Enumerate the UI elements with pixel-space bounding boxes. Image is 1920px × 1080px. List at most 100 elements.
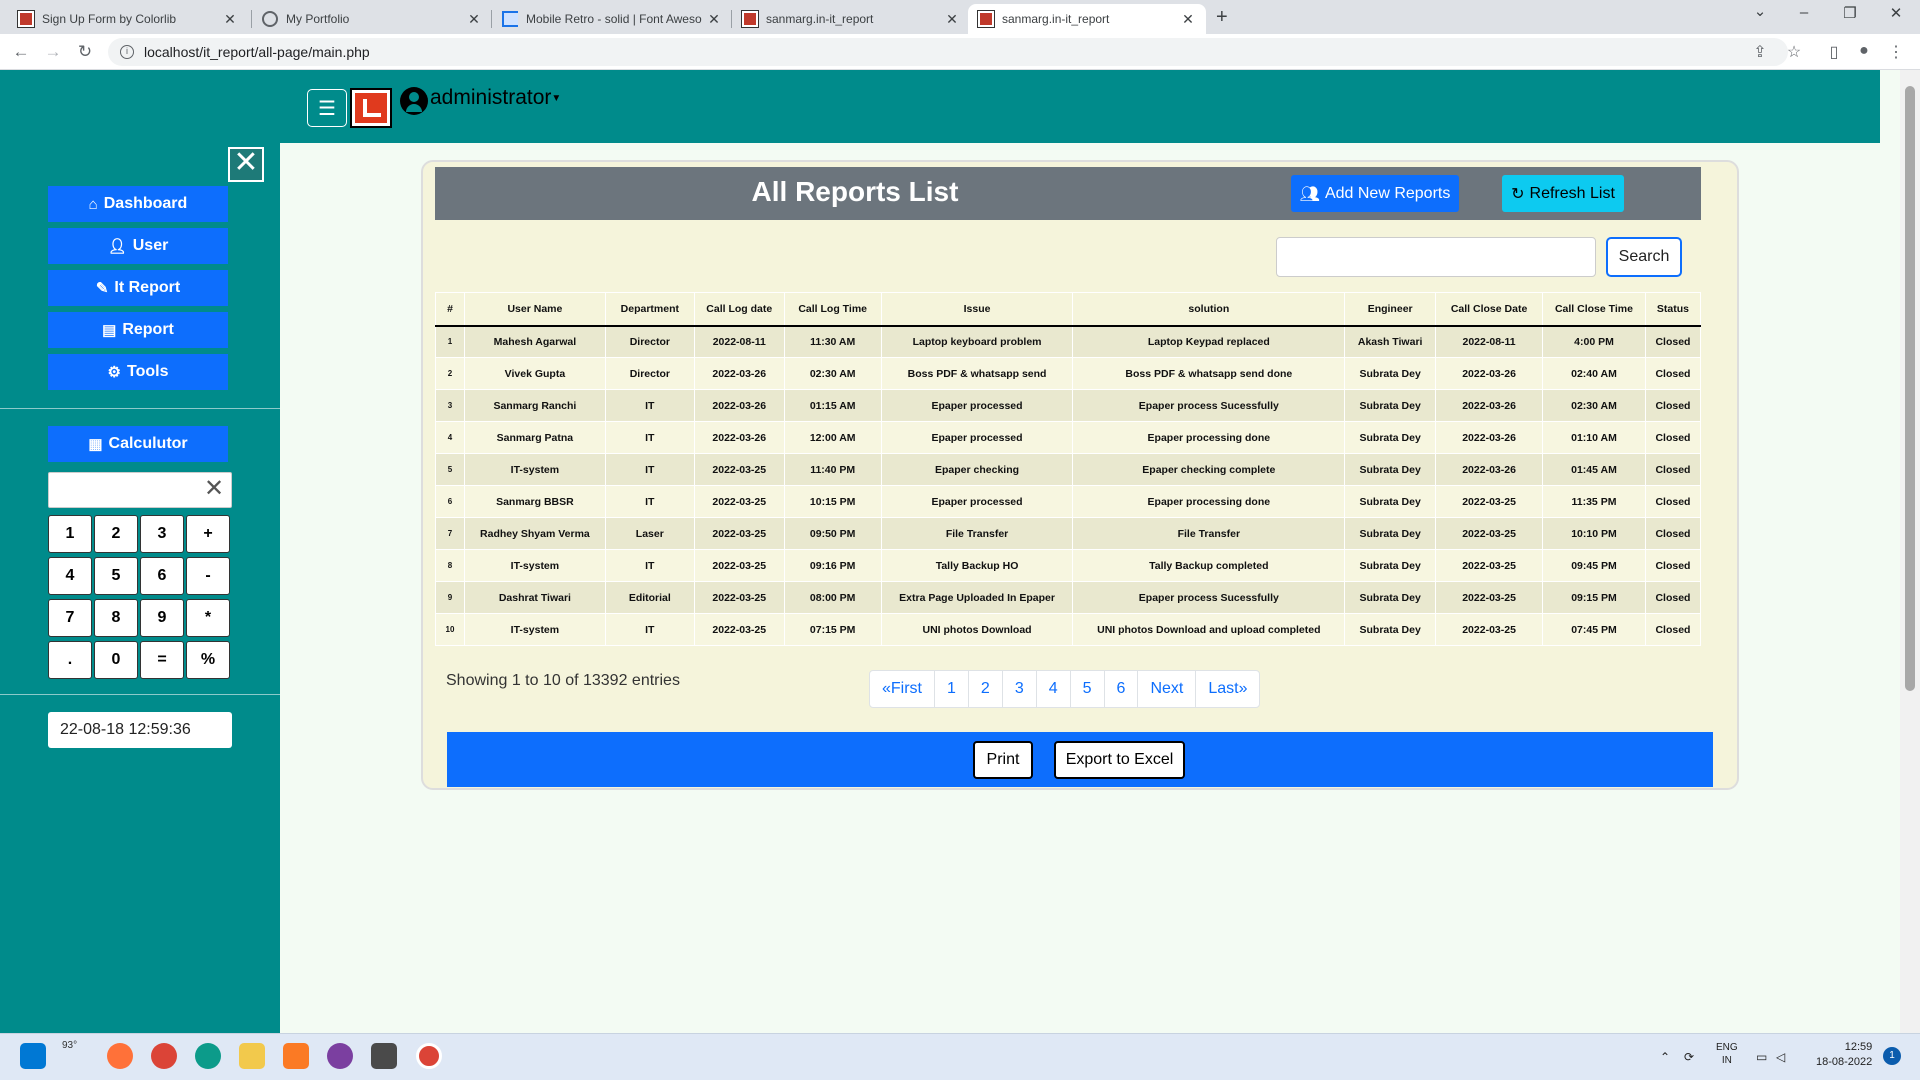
user-dropdown[interactable]: administrator▼ (430, 86, 561, 110)
calculator-key[interactable]: 3 (140, 515, 184, 553)
sidebar-close-button[interactable]: ✕ (228, 147, 264, 182)
chevron-up-icon[interactable]: ⌃ (1660, 1050, 1670, 1064)
windows-start-icon[interactable] (20, 1043, 46, 1069)
browser-menu-icon[interactable]: ⋮ (1884, 42, 1908, 62)
table-cell: Epaper checking (880, 453, 1074, 486)
back-arrow-icon[interactable]: ← (10, 42, 32, 62)
new-tab-button[interactable]: + (1216, 6, 1228, 29)
system-clock[interactable]: 12:59 18-08-2022 (1816, 1040, 1872, 1070)
table-cell: Extra Page Uploaded In Epaper (880, 581, 1074, 614)
chrome-icon[interactable] (151, 1043, 177, 1069)
close-tab-icon[interactable]: ✕ (466, 11, 482, 28)
sidebar-item-user[interactable]: 👤︎ User (48, 228, 228, 264)
page-link[interactable]: 5 (1069, 671, 1104, 707)
page-link[interactable]: 3 (1001, 671, 1036, 707)
table-cell: 2022-03-25 (693, 581, 785, 614)
calculator-key[interactable]: = (140, 641, 184, 679)
xampp-icon[interactable] (283, 1043, 309, 1069)
page-link[interactable]: 6 (1103, 671, 1138, 707)
notification-badge[interactable]: 1 (1883, 1047, 1901, 1065)
table-cell: UNI photos Download (880, 613, 1074, 646)
page-link[interactable]: Last» (1195, 671, 1259, 707)
calculator-key[interactable]: 0 (94, 641, 138, 679)
search-input[interactable] (1276, 237, 1596, 277)
chrome-active-icon[interactable] (416, 1043, 442, 1069)
calculator-key[interactable]: 5 (94, 557, 138, 595)
sidebar-item-it-report[interactable]: ✎ It Report (48, 270, 228, 306)
calculator-key[interactable]: 1 (48, 515, 92, 553)
calculator-key[interactable]: 7 (48, 599, 92, 637)
export-excel-button[interactable]: Export to Excel (1054, 741, 1185, 779)
file-explorer-icon[interactable] (239, 1043, 265, 1069)
close-tab-icon[interactable]: ✕ (944, 11, 960, 28)
calculator-key[interactable]: 4 (48, 557, 92, 595)
column-header: Call Close Date (1435, 292, 1544, 327)
calculator-toggle-button[interactable]: ▦ Calculutor (48, 426, 228, 462)
browser-tab[interactable]: sanmarg.in-it_report ✕ (732, 4, 970, 34)
user-circle-icon (400, 87, 428, 115)
forward-arrow-icon[interactable]: → (42, 42, 64, 62)
calculator-key[interactable]: + (186, 515, 230, 553)
firefox-icon[interactable] (107, 1043, 133, 1069)
search-button[interactable]: Search (1606, 237, 1682, 277)
restore-button[interactable]: ❐ (1830, 4, 1870, 22)
close-window-button[interactable]: ✕ (1876, 4, 1916, 22)
share-icon[interactable]: ⇪ (1748, 42, 1772, 62)
browser-tab-active[interactable]: sanmarg.in-it_report ✕ (968, 4, 1206, 34)
calculator-key[interactable]: 2 (94, 515, 138, 553)
site-info-icon[interactable]: i (120, 45, 134, 59)
calculator-clear-icon[interactable]: ✕ (204, 475, 224, 503)
browser-tab[interactable]: My Portfolio ✕ (252, 4, 492, 34)
sublime-text-icon[interactable] (371, 1043, 397, 1069)
minimize-button[interactable]: – (1784, 4, 1824, 21)
weather-widget[interactable]: 93° (62, 1040, 77, 1051)
close-tab-icon[interactable]: ✕ (1180, 11, 1196, 28)
calculator-key[interactable]: 8 (94, 599, 138, 637)
add-new-reports-button[interactable]: 👥︎ Add New Reports (1291, 175, 1459, 212)
hamburger-menu-button[interactable]: ☰ (307, 89, 347, 127)
user-icon: 👤︎ (107, 238, 127, 255)
table-cell: IT-system (463, 613, 606, 646)
browser-tab[interactable]: Mobile Retro - solid | Font Aweso ✕ (492, 4, 732, 34)
table-cell: Epaper processed (880, 421, 1074, 454)
print-button[interactable]: Print (973, 741, 1033, 779)
sidebar-item-tools[interactable]: ⚙ Tools (48, 354, 228, 390)
side-panel-icon[interactable]: ▯ (1822, 42, 1846, 62)
calculator-key[interactable]: 6 (140, 557, 184, 595)
edge-icon[interactable] (195, 1043, 221, 1069)
sidebar-item-report[interactable]: ▤ Report (48, 312, 228, 348)
browser-tab[interactable]: Sign Up Form by Colorlib ✕ (8, 4, 248, 34)
calculator-key[interactable]: . (48, 641, 92, 679)
calculator-key[interactable]: * (186, 599, 230, 637)
table-cell: Director (604, 325, 695, 358)
language-indicator[interactable]: ENG IN (1716, 1041, 1738, 1067)
page-link[interactable]: 4 (1035, 671, 1070, 707)
home-icon: ⌂ (88, 195, 98, 213)
network-icon[interactable]: ▭ (1756, 1050, 1767, 1064)
calculator-key[interactable]: - (186, 557, 230, 595)
refresh-list-button[interactable]: ↻ Refresh List (1502, 175, 1624, 212)
address-bar[interactable]: i localhost/it_report/all-page/main.php (108, 38, 1788, 66)
bookmark-star-icon[interactable]: ☆ (1782, 42, 1806, 62)
column-header: Department (604, 292, 695, 327)
sidebar-item-dashboard[interactable]: ⌂ Dashboard (48, 186, 228, 222)
github-desktop-icon[interactable] (327, 1043, 353, 1069)
page-link[interactable]: 1 (934, 671, 968, 707)
calculator-key[interactable]: 9 (140, 599, 184, 637)
table-cell: Closed (1644, 357, 1702, 390)
table-cell: 09:16 PM (783, 549, 882, 582)
close-tab-icon[interactable]: ✕ (222, 11, 238, 28)
sync-icon[interactable]: ⟳ (1684, 1050, 1694, 1064)
calculator-key[interactable]: % (186, 641, 230, 679)
page-link[interactable]: 2 (967, 671, 1002, 707)
scrollbar-thumb[interactable] (1905, 86, 1915, 691)
close-tab-icon[interactable]: ✕ (706, 11, 722, 28)
page-link[interactable]: Next (1137, 671, 1195, 707)
profile-avatar-icon[interactable]: ● (1852, 42, 1876, 60)
pagination: «First 1 2 3 4 5 6 Next Last» (869, 670, 1261, 708)
table-cell: 2022-03-25 (1435, 581, 1544, 614)
reload-icon[interactable]: ↻ (74, 42, 96, 62)
tab-search-icon[interactable]: ⌄ (1740, 2, 1780, 20)
volume-icon[interactable]: ◁ (1776, 1050, 1785, 1064)
page-link[interactable]: «First (870, 671, 934, 707)
